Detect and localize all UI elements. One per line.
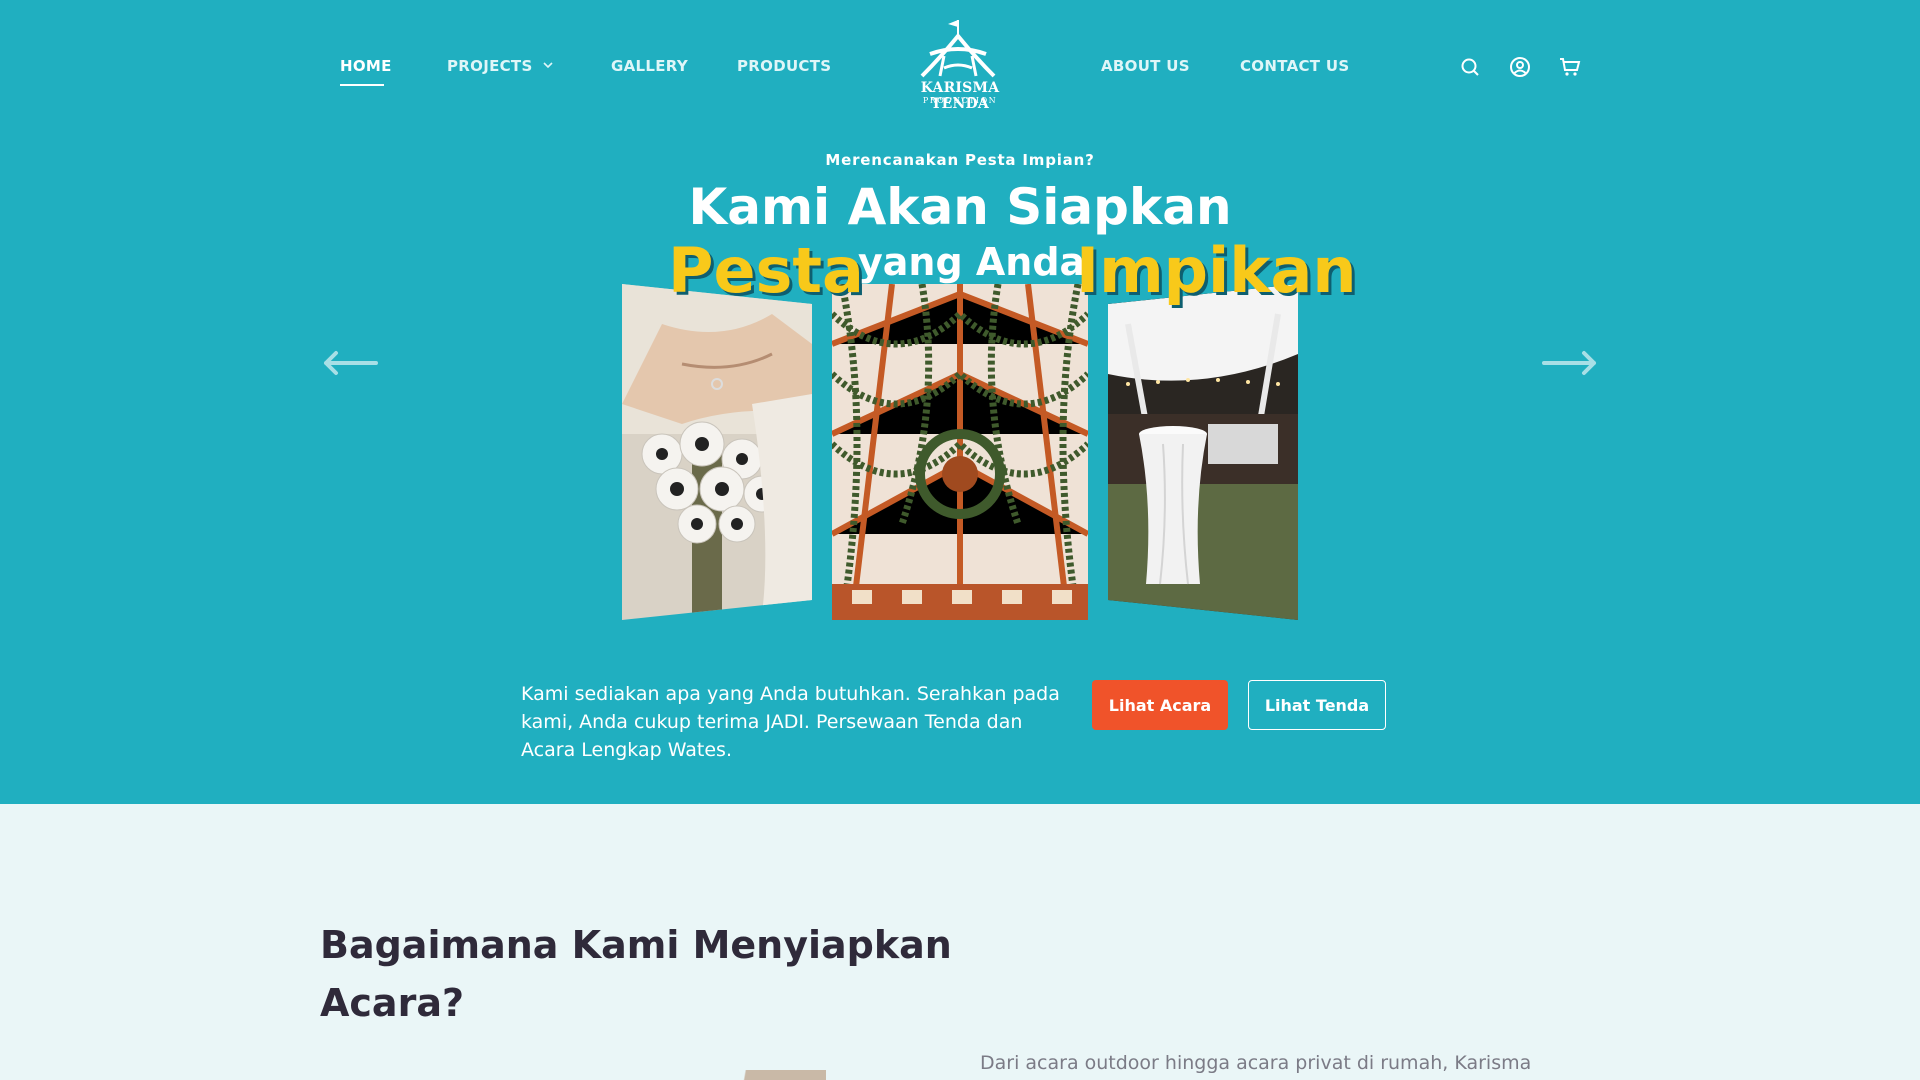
nav-projects[interactable]: PROJECTS (447, 57, 553, 75)
lihat-tenda-button[interactable]: Lihat Tenda (1248, 680, 1386, 730)
chevron-down-icon (543, 62, 553, 69)
hero-section: HOME PROJECTS GALLERY PRODUCTS KARISMA T… (0, 0, 1920, 804)
tent-logo-icon (920, 20, 996, 78)
nav-projects-label: PROJECTS (447, 57, 533, 75)
hero-tagline: Kami sediakan apa yang Anda butuhkan. Se… (521, 683, 1060, 761)
outdoor-cocktail-table-photo (1108, 284, 1298, 620)
section-description: Dari acara outdoor hingga acara privat d… (980, 1052, 1532, 1074)
user-icon[interactable] (1509, 56, 1531, 78)
nav-about[interactable]: ABOUT US (1101, 57, 1190, 75)
karisma-tenda-logo[interactable]: KARISMA TENDA PRODUCTION (900, 18, 1020, 112)
carousel-slide-outdoor[interactable] (1108, 284, 1298, 620)
hero-eyebrow: Merencanakan Pesta Impian? (825, 151, 1095, 169)
search-icon[interactable] (1459, 56, 1481, 78)
section-image-preview (690, 1070, 826, 1080)
arrow-left-icon[interactable] (320, 348, 380, 378)
tent-garland-ceiling-photo (832, 284, 1088, 620)
hero-word-pesta: Pesta (668, 234, 864, 307)
active-nav-indicator (340, 84, 384, 86)
cart-icon[interactable] (1559, 56, 1581, 78)
nav-home[interactable]: HOME (340, 57, 392, 75)
nav-contact[interactable]: CONTACT US (1240, 57, 1349, 75)
wedding-bouquet-photo (622, 284, 812, 620)
hero-word-yang-anda: yang Anda (858, 240, 1086, 284)
hero-word-impikan: Impikan (1076, 234, 1357, 307)
hero-headline: Kami Akan Siapkan (688, 178, 1232, 236)
arrow-right-icon[interactable] (1540, 348, 1600, 378)
nav-products[interactable]: PRODUCTS (737, 57, 831, 75)
nav-gallery[interactable]: GALLERY (611, 57, 688, 75)
logo-subtitle: PRODUCTION (922, 96, 998, 105)
carousel-slide-bouquet[interactable] (622, 284, 812, 620)
section-title: Bagaimana Kami Menyiapkan Acara? (320, 923, 952, 1025)
carousel-slide-tent[interactable] (832, 284, 1088, 620)
lihat-acara-button[interactable]: Lihat Acara (1092, 680, 1228, 730)
